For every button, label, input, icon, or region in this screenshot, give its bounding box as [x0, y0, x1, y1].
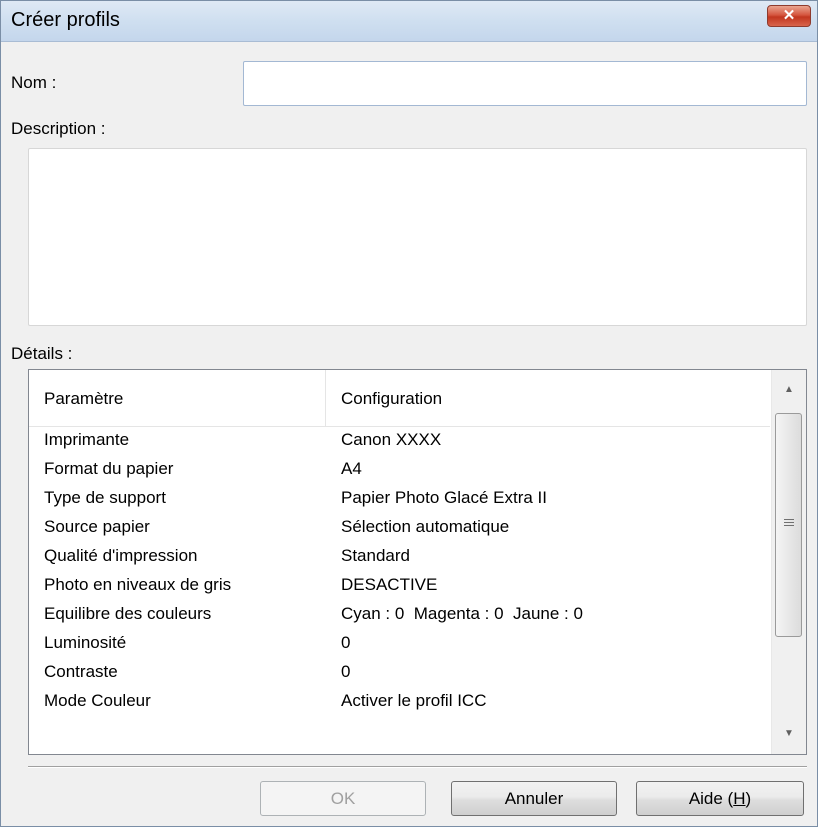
title-bar[interactable]: Créer profils ✕	[1, 1, 817, 42]
column-divider[interactable]	[325, 370, 326, 426]
parameter-cell: Photo en niveaux de gris	[44, 575, 232, 594]
details-rows: Imprimante Canon XXXX Format du papier A4 …	[29, 426, 770, 716]
name-label: Nom :	[11, 73, 57, 92]
parameter-cell: Equilibre des couleurs	[44, 604, 212, 623]
parameter-cell: Type de support	[44, 488, 166, 507]
column-header-parameter[interactable]: Paramètre	[44, 370, 123, 426]
table-row[interactable]: Photo en niveaux de gris DESACTIVE	[29, 571, 770, 600]
divider	[28, 766, 807, 768]
close-button[interactable]: ✕	[767, 5, 811, 27]
scroll-up-button[interactable]: ▲	[772, 370, 806, 410]
ok-button[interactable]: OK	[260, 781, 426, 816]
description-textarea[interactable]	[28, 148, 807, 326]
close-icon: ✕	[782, 7, 796, 24]
scroll-up-icon: ▲	[784, 384, 794, 395]
cancel-button[interactable]: Annuler	[451, 781, 617, 816]
parameter-cell: Imprimante	[44, 430, 130, 449]
parameter-cell: Source papier	[44, 517, 150, 536]
table-row[interactable]: Imprimante Canon XXXX	[29, 426, 770, 455]
name-input[interactable]	[243, 61, 807, 106]
value-cell: Sélection automatique	[341, 517, 510, 536]
value-cell: Papier Photo Glacé Extra II	[341, 488, 547, 507]
value-cell: Canon XXXX	[341, 430, 442, 449]
details-list[interactable]: Paramètre Configuration Imprimante Canon …	[28, 369, 807, 755]
value-cell: Standard	[341, 546, 410, 565]
value-cell: A4	[341, 459, 362, 478]
description-label: Description :	[11, 119, 106, 138]
dialog-title: Créer profils	[11, 9, 120, 31]
table-row[interactable]: Equilibre des couleurs Cyan : 0 Magenta :…	[29, 600, 770, 629]
value-cell: 0	[341, 633, 351, 652]
create-profile-dialog: Créer profils ✕ Nom : Description : Déta…	[0, 0, 818, 827]
value-cell: Activer le profil ICC	[341, 691, 487, 710]
table-row[interactable]: Format du papier A4	[29, 455, 770, 484]
scroll-down-button[interactable]: ▼	[772, 714, 806, 754]
parameter-cell: Format du papier	[44, 459, 174, 478]
table-row[interactable]: Type de support Papier Photo Glacé Extra …	[29, 484, 770, 513]
parameter-cell: Qualité d'impression	[44, 546, 198, 565]
value-cell: 0	[341, 662, 351, 681]
value-cell: Cyan : 0 Magenta : 0 Jaune : 0	[341, 604, 583, 623]
parameter-cell: Contraste	[44, 662, 118, 681]
help-button[interactable]: Aide (H)	[636, 781, 804, 816]
help-button-label-close: )	[745, 789, 752, 808]
vertical-scrollbar[interactable]: ▲ ▼	[771, 370, 806, 754]
parameter-cell: Mode Couleur	[44, 691, 151, 710]
table-row[interactable]: Qualité d'impression Standard	[29, 542, 770, 571]
value-cell: DESACTIVE	[341, 575, 438, 594]
table-row[interactable]: Source papier Sélection automatique	[29, 513, 770, 542]
table-row[interactable]: Mode Couleur Activer le profil ICC	[29, 687, 770, 716]
help-access-key: H	[733, 789, 746, 808]
scroll-down-icon: ▼	[784, 728, 794, 739]
column-header-configuration[interactable]: Configuration	[341, 370, 442, 426]
details-label: Détails :	[11, 344, 73, 363]
scrollbar-thumb[interactable]	[775, 413, 802, 637]
grip-icon	[784, 519, 794, 528]
table-row[interactable]: Luminosité 0	[29, 629, 770, 658]
table-row[interactable]: Contraste 0	[29, 658, 770, 687]
parameter-cell: Luminosité	[44, 633, 127, 652]
help-button-label: Aide (	[688, 789, 734, 808]
details-header: Paramètre Configuration	[29, 370, 770, 427]
